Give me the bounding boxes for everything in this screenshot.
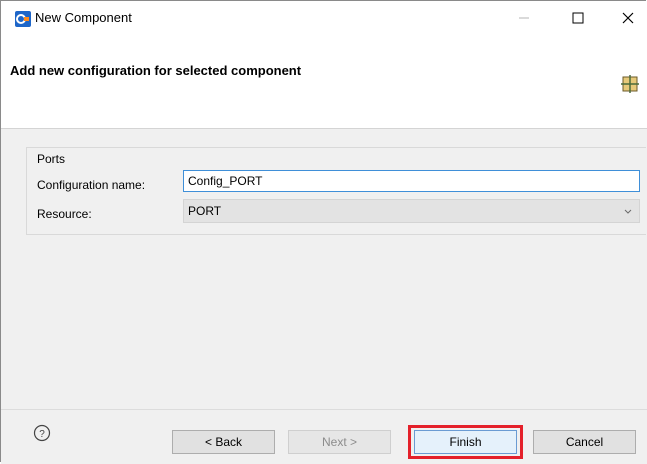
finish-button[interactable]: Finish bbox=[414, 430, 517, 454]
config-name-label: Configuration name: bbox=[37, 178, 146, 192]
config-name-input[interactable] bbox=[183, 170, 640, 192]
button-bar: ? < Back Next > Finish Cancel bbox=[1, 409, 647, 464]
chevron-down-icon bbox=[623, 206, 633, 220]
help-icon[interactable]: ? bbox=[33, 424, 51, 445]
maximize-button[interactable] bbox=[555, 1, 601, 35]
app-logo-icon bbox=[15, 11, 31, 27]
wizard-header: Add new configuration for selected compo… bbox=[1, 35, 647, 129]
close-button[interactable] bbox=[605, 1, 647, 35]
page-title: Add new configuration for selected compo… bbox=[10, 63, 302, 78]
group-label: Ports bbox=[37, 152, 66, 166]
window-title: New Component bbox=[35, 10, 132, 25]
resource-select[interactable]: PORT bbox=[183, 199, 640, 223]
next-button[interactable]: Next > bbox=[288, 430, 391, 454]
content-area: Ports Configuration name: Resource: PORT bbox=[1, 129, 647, 409]
resource-label: Resource: bbox=[37, 207, 92, 221]
resource-value: PORT bbox=[188, 204, 222, 218]
back-button[interactable]: < Back bbox=[172, 430, 275, 454]
component-grid-icon bbox=[621, 75, 639, 96]
new-component-dialog: New Component Add new configuration for … bbox=[0, 0, 647, 464]
ports-group: Ports Configuration name: Resource: PORT bbox=[26, 147, 646, 235]
minimize-button[interactable] bbox=[501, 1, 547, 35]
svg-text:?: ? bbox=[39, 429, 45, 440]
cancel-button[interactable]: Cancel bbox=[533, 430, 636, 454]
title-bar[interactable]: New Component bbox=[1, 1, 647, 35]
